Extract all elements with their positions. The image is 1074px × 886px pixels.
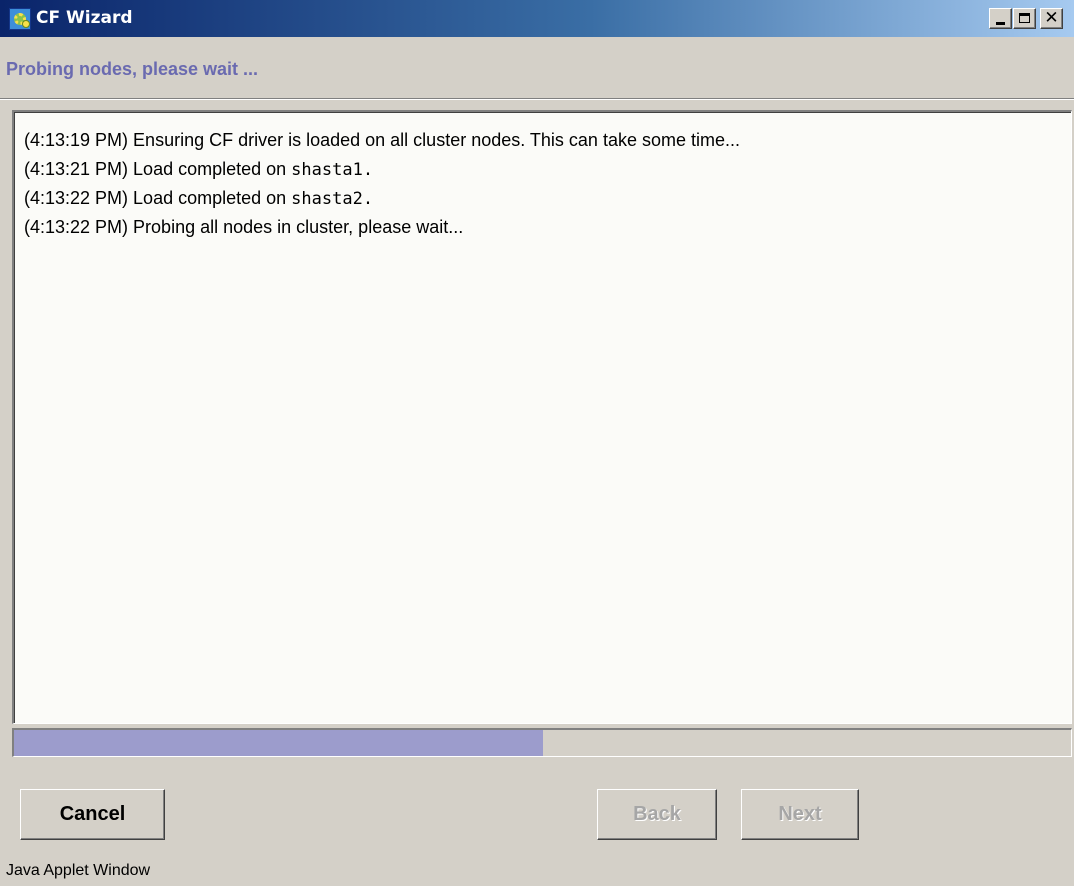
applet-status-text: Java Applet Window (6, 862, 151, 879)
log-line-node: shasta2. (291, 189, 374, 209)
log-line-text: (4:13:22 PM) Probing all nodes in cluste… (24, 217, 464, 237)
small-gear-icon (22, 20, 30, 28)
close-button[interactable]: ✕ (1040, 8, 1063, 29)
window-title: CF Wizard (36, 8, 133, 28)
log-line: (4:13:22 PM) Probing all nodes in cluste… (24, 213, 1063, 242)
applet-status-bar: Java Applet Window (0, 852, 1074, 886)
minimize-button[interactable] (989, 8, 1012, 29)
log-line: (4:13:22 PM) Load completed on shasta2. (24, 184, 1063, 213)
log-line-text: (4:13:19 PM) Ensuring CF driver is loade… (24, 130, 740, 150)
log-line-text: (4:13:22 PM) Load completed on (24, 188, 292, 208)
log-line: (4:13:19 PM) Ensuring CF driver is loade… (24, 126, 1063, 155)
cf-wizard-window: CF Wizard ✕ Probing nodes, please wait .… (0, 0, 1074, 886)
minimize-icon (996, 22, 1005, 25)
next-button[interactable]: Next (741, 789, 859, 840)
log-line: (4:13:21 PM) Load completed on shasta1. (24, 155, 1063, 184)
maximize-icon (1019, 13, 1030, 23)
cancel-button[interactable]: Cancel (20, 789, 165, 840)
progress-bar-fill (14, 730, 543, 756)
header-divider (0, 98, 1074, 100)
log-line-node: shasta1. (291, 160, 374, 180)
step-subtitle: Probing nodes, please wait ... (6, 59, 259, 79)
cf-wizard-app-icon[interactable] (9, 8, 31, 30)
log-lines: (4:13:19 PM) Ensuring CF driver is loade… (24, 126, 1063, 242)
title-bar[interactable]: CF Wizard ✕ (0, 0, 1074, 37)
progress-log[interactable]: (4:13:19 PM) Ensuring CF driver is loade… (12, 110, 1072, 724)
progress-bar (12, 728, 1072, 757)
close-icon: ✕ (1044, 8, 1059, 28)
log-line-text: (4:13:21 PM) Load completed on (24, 159, 292, 179)
wizard-header: Probing nodes, please wait ... (0, 37, 1074, 99)
back-button[interactable]: Back (597, 789, 717, 840)
maximize-button[interactable] (1013, 8, 1036, 29)
